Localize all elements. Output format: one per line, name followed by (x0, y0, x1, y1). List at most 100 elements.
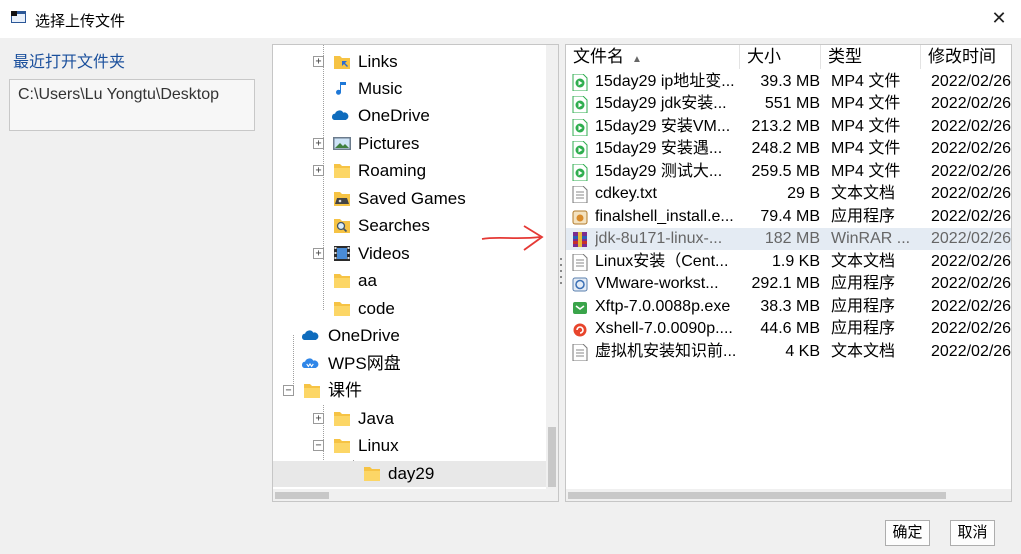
mp4-file-icon (572, 141, 588, 158)
expand-toggle[interactable]: + (313, 413, 324, 424)
column-header-name[interactable]: 文件名 ▲ (566, 45, 740, 69)
text-file-icon (572, 254, 588, 271)
file-row[interactable]: cdkey.txt 29 B 文本文档 2022/02/26 (566, 183, 1012, 205)
expand-toggle[interactable]: + (313, 138, 324, 149)
file-type: 文本文档 (831, 253, 896, 270)
file-name: 虚拟机安装知识前... (595, 343, 737, 360)
file-type: MP4 文件 (831, 118, 901, 135)
file-type: 文本文档 (831, 343, 896, 360)
onedrive-icon (332, 110, 349, 120)
tree-item-pictures[interactable]: + Pictures (273, 131, 546, 157)
file-type: 应用程序 (831, 275, 896, 292)
file-type: WinRAR ... (831, 230, 911, 247)
expand-toggle[interactable]: + (313, 248, 324, 259)
file-row[interactable]: 15day29 安装VM... 213.2 MB MP4 文件 2022/02/… (566, 116, 1011, 138)
file-row[interactable]: Linux安装（Cent... 1.9 KB 文本文档 2022/02/26 (566, 251, 1012, 273)
file-horizontal-scrollbar[interactable] (566, 489, 1011, 501)
file-modified: 2022/02/26 (931, 140, 1012, 157)
close-button[interactable]: ✕ (987, 7, 1011, 31)
file-name: Xftp-7.0.0088p.exe (595, 298, 731, 315)
tree-item-music[interactable]: Music (273, 76, 546, 102)
file-row[interactable]: VMware-workst... 292.1 MB 应用程序 2022/02/2… (566, 273, 1012, 295)
file-modified: 2022/02/26 (931, 95, 1012, 112)
tree-horizontal-scrollbar[interactable] (273, 489, 546, 501)
recent-path-field[interactable]: C:\Users\Lu Yongtu\Desktop (9, 79, 255, 131)
collapse-toggle[interactable]: − (283, 385, 294, 396)
tree-item-label: Linux (358, 436, 399, 455)
panel-splitter[interactable] (560, 258, 563, 288)
file-row[interactable]: jdk-8u171-linux-... 182 MB WinRAR ... 20… (566, 228, 1011, 250)
file-row[interactable]: 虚拟机安装知识前... 4 KB 文本文档 2022/02/26 (566, 341, 1012, 363)
tree-item-day29[interactable]: day29 (273, 461, 546, 487)
file-modified: 2022/02/26 (931, 275, 1012, 292)
file-name: finalshell_install.e... (595, 208, 734, 225)
file-modified: 2022/02/26 (931, 185, 1012, 202)
file-row[interactable]: finalshell_install.e... 79.4 MB 应用程序 202… (566, 206, 1012, 228)
tree-item-label: Pictures (358, 134, 420, 153)
scrollbar-thumb[interactable] (568, 492, 946, 499)
file-size: 551 MB (764, 95, 820, 112)
file-modified: 2022/02/26 (931, 208, 1012, 225)
file-row[interactable]: Xftp-7.0.0088p.exe 38.3 MB 应用程序 2022/02/… (566, 296, 1011, 318)
scrollbar-thumb[interactable] (275, 492, 329, 499)
mp4-file-icon (572, 74, 588, 91)
tree-item-courseware[interactable]: − 课件 (273, 378, 546, 404)
cancel-button[interactable]: 取消 (950, 520, 995, 546)
tree-item-code[interactable]: code (273, 296, 546, 322)
file-type: 应用程序 (831, 208, 896, 225)
file-type: 文本文档 (831, 185, 896, 202)
column-header-size[interactable]: 大小 (740, 45, 821, 69)
pictures-icon (333, 137, 351, 150)
file-row[interactable]: 15day29 jdk安装... 551 MB MP4 文件 2022/02/2… (566, 93, 1012, 115)
searches-icon (334, 219, 350, 233)
scrollbar-thumb[interactable] (548, 427, 556, 487)
tree-item-onedrive-root[interactable]: OneDrive (273, 323, 546, 349)
file-row[interactable]: 15day29 测试大... 259.5 MB MP4 文件 2022/02/2… (566, 161, 1012, 183)
file-size: 29 B (787, 185, 820, 202)
column-header-label: 大小 (747, 47, 781, 66)
folder-tree[interactable]: + Links Music OneDrive + Pictures + Roam… (272, 44, 559, 502)
file-row[interactable]: 15day29 安装遇... 248.2 MB MP4 文件 2022/02/2… (566, 138, 1012, 160)
folder-icon (334, 302, 350, 316)
expand-toggle[interactable]: + (313, 165, 324, 176)
file-modified: 2022/02/26 (931, 253, 1012, 270)
tree-item-linux[interactable]: − Linux (273, 433, 546, 459)
file-row[interactable]: Xshell-7.0.0090p.... 44.6 MB 应用程序 2022/0… (566, 318, 1011, 340)
file-row[interactable]: 15day29 ip地址变... 39.3 MB MP4 文件 2022/02/… (566, 71, 1011, 93)
file-name: cdkey.txt (595, 185, 657, 202)
tree-item-wps-cloud[interactable]: WPS网盘 (273, 351, 546, 377)
column-header-type[interactable]: 类型 (821, 45, 921, 69)
tree-item-roaming[interactable]: + Roaming (273, 158, 546, 184)
tree-item-saved-games[interactable]: Saved Games (273, 186, 546, 212)
file-type: MP4 文件 (831, 140, 901, 157)
tree-item-label: day29 (388, 464, 435, 483)
file-modified: 2022/02/26 (931, 163, 1012, 180)
tree-item-aa[interactable]: aa (273, 268, 546, 294)
tree-vertical-scrollbar[interactable] (546, 45, 558, 501)
ok-button[interactable]: 确定 (885, 520, 930, 546)
file-list[interactable]: 文件名 ▲ 大小 类型 修改时间 15day29 ip地址变... 39.3 MB… (565, 44, 1012, 502)
tree-item-java[interactable]: + Java (273, 406, 546, 432)
expand-toggle[interactable]: + (313, 56, 324, 67)
file-type: 应用程序 (831, 320, 896, 337)
tree-item-label: Videos (358, 244, 410, 263)
tree-item-onedrive[interactable]: OneDrive (273, 103, 546, 129)
file-size: 1.9 KB (771, 253, 820, 270)
file-modified: 2022/02/26 (931, 343, 1012, 360)
file-size: 248.2 MB (751, 140, 820, 157)
folder-icon (334, 439, 350, 453)
file-name: 15day29 ip地址变... (595, 73, 735, 90)
folder-icon (334, 412, 350, 426)
tree-item-label: Searches (358, 216, 430, 235)
tree-item-label: Roaming (358, 161, 427, 180)
file-size: 44.6 MB (760, 320, 820, 337)
column-header-modified[interactable]: 修改时间 (921, 45, 1011, 69)
tree-item-label: Music (358, 79, 403, 98)
file-name: 15day29 安装VM... (595, 118, 731, 135)
collapse-toggle[interactable]: − (313, 440, 324, 451)
music-icon (336, 82, 346, 95)
tree-item-links[interactable]: + Links (273, 49, 546, 75)
sort-ascending-icon: ▲ (632, 54, 642, 65)
xftp-icon (573, 302, 587, 314)
links-folder-icon (334, 56, 350, 69)
